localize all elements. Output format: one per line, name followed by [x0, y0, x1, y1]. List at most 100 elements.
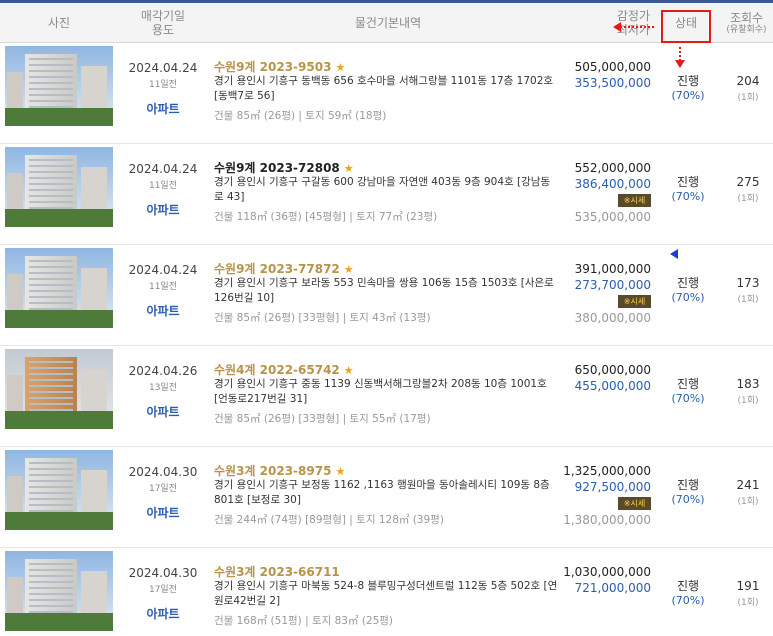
days-remaining: 17일전 [148, 585, 177, 595]
days-remaining: 11일전 [148, 80, 177, 90]
star-icon: ★ [343, 263, 354, 276]
property-address[interactable]: 경기 용인시 기흥구 구갈동 600 강남마을 자연앤 403동 9층 904호… [214, 175, 558, 205]
header-photo: 사진 [47, 16, 71, 30]
appraisal-price: 650,000,000 [574, 363, 651, 377]
case-number-link[interactable]: 수원4계 2022-65742 ★ [214, 361, 354, 378]
appraisal-price: 552,000,000 [574, 161, 651, 175]
status-percent: (70%) [671, 392, 705, 405]
minimum-price: 273,700,000 [574, 278, 651, 292]
sale-date: 2024.04.24 [128, 61, 198, 75]
property-photo[interactable] [5, 450, 113, 530]
table-row[interactable]: 2024.04.24 11일전 아파트 수원9계 2023-9503 ★ 경기 용… [0, 44, 773, 144]
appraisal-price: 505,000,000 [574, 60, 651, 74]
failed-rounds: (1회) [737, 295, 759, 305]
property-photo[interactable] [5, 248, 113, 328]
sale-date: 2024.04.26 [128, 364, 198, 378]
status-percent: (70%) [671, 594, 705, 607]
status-highlight-box [661, 10, 711, 43]
star-icon: ★ [343, 162, 354, 175]
market-price: 380,000,000 [574, 311, 651, 325]
failed-rounds: (1회) [737, 497, 759, 507]
view-count: 204 [736, 74, 760, 88]
sale-date: 2024.04.30 [128, 465, 198, 479]
property-area: 건물 85㎡ (26평) [33평형] | 토지 55㎡ (17평) [214, 413, 431, 425]
minimum-price: 455,000,000 [574, 379, 651, 393]
property-area: 건물 118㎡ (36평) [45평형] | 토지 77㎡ (23평) [214, 211, 438, 223]
header-item-info: 물건기본내역 [354, 16, 422, 30]
property-area: 건물 85㎡ (26평) [33평형] | 토지 43㎡ (13평) [214, 312, 431, 324]
status-text: 진행 [676, 478, 700, 492]
table-row[interactable]: 2024.04.26 13일전 아파트 수원4계 2022-65742 ★ 경기 … [0, 347, 773, 447]
status-text: 진행 [676, 175, 700, 189]
market-price: 1,380,000,000 [563, 513, 651, 527]
market-price-badge[interactable]: ※시세 [618, 497, 651, 510]
view-count: 173 [736, 276, 760, 290]
market-price-badge[interactable]: ※시세 [618, 194, 651, 207]
table-header: 사진 매각기일 용도 물건기본내역 감정가 최저가 상태 조회수 (유찰회수) [0, 3, 773, 43]
case-number-link[interactable]: 수원3계 2023-8975 ★ [214, 462, 345, 479]
property-use[interactable]: 아파트 [118, 403, 208, 420]
view-count: 183 [736, 377, 760, 391]
property-use[interactable]: 아파트 [118, 100, 208, 117]
annotation-arrow-left-head [613, 22, 621, 32]
failed-rounds: (1회) [737, 396, 759, 406]
header-date-use[interactable]: 매각기일 용도 [118, 3, 208, 43]
minimum-price: 353,500,000 [574, 76, 651, 90]
property-photo[interactable] [5, 551, 113, 631]
property-photo[interactable] [5, 349, 113, 429]
table-row[interactable]: 2024.04.30 17일전 아파트 수원3계 2023-8975 ★ 경기 용… [0, 448, 773, 548]
view-count: 275 [736, 175, 760, 189]
market-price: 535,000,000 [574, 210, 651, 224]
view-count: 191 [736, 579, 760, 593]
failed-rounds: (1회) [737, 93, 759, 103]
appraisal-price: 391,000,000 [574, 262, 651, 276]
status-percent: (70%) [671, 89, 705, 102]
header-views[interactable]: 조회수 (유찰회수) [720, 3, 773, 43]
table-row[interactable]: 2024.04.30 17일전 아파트 수원3계 2023-66711 경기 용… [0, 549, 773, 636]
status-text: 진행 [676, 377, 700, 391]
status-text: 진행 [676, 74, 700, 88]
property-use[interactable]: 아파트 [118, 605, 208, 622]
property-address[interactable]: 경기 용인시 기흥구 중동 1139 신동백서해그랑블2차 208동 10층 1… [214, 377, 558, 407]
property-photo[interactable] [5, 147, 113, 227]
property-area: 건물 85㎡ (26평) | 토지 59㎡ (18평) [214, 110, 387, 122]
sale-date: 2024.04.30 [128, 566, 198, 580]
property-use[interactable]: 아파트 [118, 302, 208, 319]
property-address[interactable]: 경기 용인시 기흥구 보라동 553 민속마을 쌍용 106동 15층 1503… [214, 276, 558, 306]
appraisal-price: 1,325,000,000 [563, 464, 651, 478]
market-price-badge[interactable]: ※시세 [618, 295, 651, 308]
days-remaining: 11일전 [148, 282, 177, 292]
star-icon: ★ [335, 61, 346, 74]
annotation-arrow-left [620, 26, 654, 28]
property-photo[interactable] [5, 46, 113, 126]
case-number-link[interactable]: 수원9계 2023-72808 ★ [214, 159, 354, 176]
case-number-link[interactable]: 수원9계 2023-77872 ★ [214, 260, 354, 277]
days-remaining: 13일전 [148, 383, 177, 393]
property-address[interactable]: 경기 용인시 기흥구 마북동 524-8 블루밍구성더센트럴 112동 5층 5… [214, 579, 558, 609]
status-percent: (70%) [671, 291, 705, 304]
sale-date: 2024.04.24 [128, 263, 198, 277]
star-icon: ★ [335, 465, 346, 478]
property-address[interactable]: 경기 용인시 기흥구 동백동 656 호수마을 서해그랑블 1101동 17층 … [214, 74, 558, 104]
property-use[interactable]: 아파트 [118, 201, 208, 218]
case-number-link[interactable]: 수원9계 2023-9503 ★ [214, 58, 345, 75]
days-remaining: 17일전 [148, 484, 177, 494]
status-text: 진행 [676, 276, 700, 290]
minimum-price: 386,400,000 [574, 177, 651, 191]
pointer-triangle-icon [670, 249, 678, 259]
status-percent: (70%) [671, 190, 705, 203]
failed-rounds: (1회) [737, 598, 759, 608]
minimum-price: 927,500,000 [574, 480, 651, 494]
star-icon: ★ [343, 364, 354, 377]
case-number-link[interactable]: 수원3계 2023-66711 [214, 563, 340, 580]
property-use[interactable]: 아파트 [118, 504, 208, 521]
days-remaining: 11일전 [148, 181, 177, 191]
appraisal-price: 1,030,000,000 [563, 565, 651, 579]
table-row[interactable]: 2024.04.24 11일전 아파트 수원9계 2023-77872 ★ 경기 … [0, 246, 773, 346]
status-text: 진행 [676, 579, 700, 593]
property-area: 건물 168㎡ (51평) | 토지 83㎡ (25평) [214, 615, 394, 627]
status-percent: (70%) [671, 493, 705, 506]
table-row[interactable]: 2024.04.24 11일전 아파트 수원9계 2023-72808 ★ 경기 … [0, 145, 773, 245]
property-address[interactable]: 경기 용인시 기흥구 보정동 1162 ,1163 행원마을 동아솔레시티 10… [214, 478, 558, 508]
sale-date: 2024.04.24 [128, 162, 198, 176]
